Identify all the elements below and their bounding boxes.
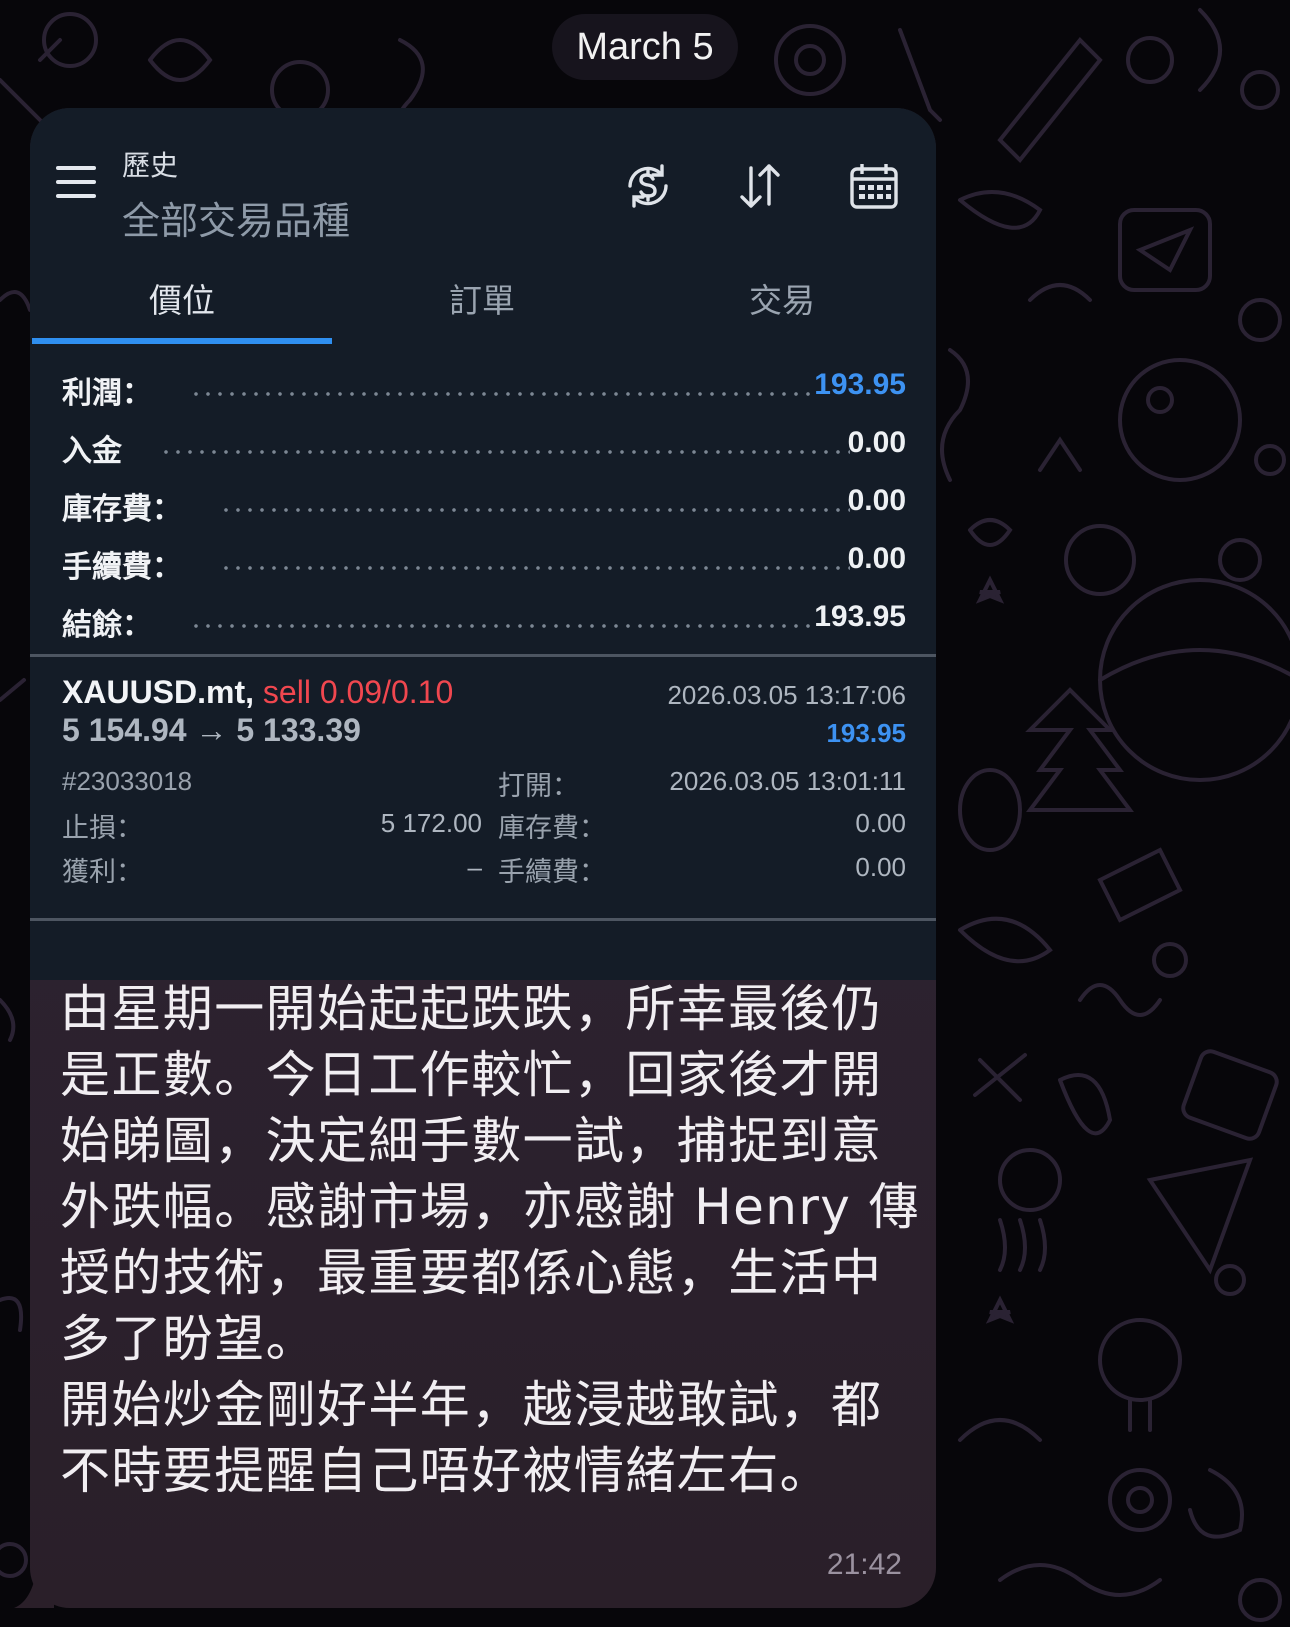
summary-value: 0.00 (847, 426, 906, 459)
summary-label: 入金 (62, 435, 122, 468)
symbol-text: XAUUSD.mt, (62, 674, 255, 710)
sl-label: 止損： (62, 813, 143, 843)
summary-row-commission: 手續費： 0.00 (30, 542, 936, 586)
trade-symbol: XAUUSD.mt, sell 0.09/0.10 (62, 674, 453, 711)
message-line: 始睇圖，決定細手數一試，捕捉到意 (60, 1112, 883, 1170)
message-line: 外跌幅。感謝市場，亦感謝 Henry 傳 (60, 1178, 920, 1236)
trade-ticket: #23033018 (62, 766, 193, 796)
dot-leader (190, 392, 810, 396)
tab-deals[interactable]: 交易 (632, 274, 932, 322)
summary-value: 193.95 (814, 368, 906, 401)
trade-side: sell 0.09/0.10 (262, 674, 454, 710)
tp-label: 獲利： (62, 857, 143, 887)
divider (30, 918, 936, 921)
summary-row-swap: 庫存費： 0.00 (30, 484, 936, 528)
message-line: 開始炒金剛好半年，越浸越敢試，都 (60, 1376, 883, 1434)
message-text: 由星期一開始起起跌跌，所幸最後仍 是正數。今日工作較忙，回家後才開 始睇圖，決定… (60, 976, 920, 1504)
summary-label: 手續費： (62, 551, 182, 584)
tp-value: – (467, 852, 482, 882)
dot-leader (160, 450, 850, 454)
message-line: 授的技術，最重要都係心態，生活中 (60, 1244, 883, 1302)
commission-label: 手續費： (498, 857, 606, 887)
dot-leader (190, 624, 810, 628)
history-tabs: 價位 訂單 交易 (30, 258, 936, 348)
summary-value: 0.00 (847, 542, 906, 575)
app-header: 歷史 全部交易品種 (30, 108, 936, 258)
message-bubble[interactable]: 歷史 全部交易品種 價位 訂單 交易 利潤： 193.95 入金 0.00 庫存… (30, 108, 936, 1608)
mt-history-screenshot[interactable]: 歷史 全部交易品種 價位 訂單 交易 利潤： 193.95 入金 0.00 庫存… (30, 108, 936, 980)
open-label: 打開： (498, 771, 579, 801)
summary-value: 0.00 (847, 484, 906, 517)
summary-row-deposit: 入金 0.00 (30, 426, 936, 470)
summary-label: 庫存費： (62, 493, 182, 526)
date-separator: March 5 (552, 14, 738, 80)
currency-exchange-icon[interactable] (622, 160, 674, 212)
sl-value: 5 172.00 (380, 808, 482, 838)
swap-value: 0.00 (855, 808, 906, 838)
message-line: 不時要提醒自己唔好被情緒左右。 (60, 1442, 831, 1500)
dot-leader (220, 566, 850, 570)
tab-positions[interactable]: 價位 (32, 274, 332, 322)
summary-label: 結餘： (62, 609, 152, 642)
tab-orders[interactable]: 訂單 (332, 274, 632, 322)
commission-value: 0.00 (855, 852, 906, 882)
swap-label: 庫存費： (498, 813, 606, 843)
divider (30, 654, 936, 657)
active-tab-indicator (32, 338, 332, 344)
summary-row-profit: 利潤： 193.95 (30, 368, 936, 412)
trade-close-time: 2026.03.05 13:17:06 (667, 680, 906, 710)
summary-value: 193.95 (814, 600, 906, 633)
app-subtitle[interactable]: 全部交易品種 (122, 190, 350, 245)
trade-profit: 193.95 (826, 718, 906, 748)
hamburger-menu-icon[interactable] (56, 166, 98, 198)
calendar-icon[interactable] (848, 160, 900, 212)
summary-label: 利潤： (62, 377, 152, 410)
trade-prices: 5 154.94 → 5 133.39 (62, 712, 361, 748)
message-line: 由星期一開始起起跌跌，所幸最後仍 (60, 980, 883, 1038)
message-timestamp: 21:42 (826, 1548, 902, 1581)
dot-leader (220, 508, 850, 512)
message-line: 是正數。今日工作較忙，回家後才開 (60, 1046, 883, 1104)
summary-row-balance: 結餘： 193.95 (30, 600, 936, 644)
message-line: 多了盼望。 (60, 1310, 317, 1368)
sort-arrows-icon[interactable] (734, 160, 786, 212)
app-title: 歷史 (122, 150, 179, 181)
open-time: 2026.03.05 13:01:11 (669, 766, 906, 796)
